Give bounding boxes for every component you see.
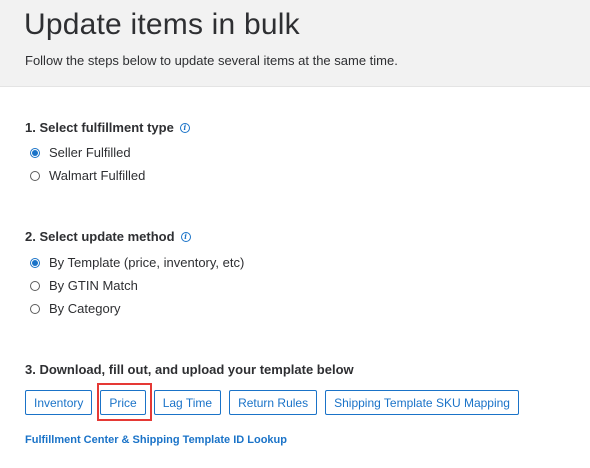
radio-button[interactable] xyxy=(30,170,40,181)
radio-label: By Template (price, inventory, etc) xyxy=(49,255,245,270)
radio-label: Seller Fulfilled xyxy=(49,145,131,160)
radio-label: Walmart Fulfilled xyxy=(49,168,146,183)
update-method-title: 2. Select update method xyxy=(25,229,175,244)
fulfillment-center-lookup-link[interactable]: Fulfillment Center & Shipping Template I… xyxy=(25,434,287,446)
radio-label: By Category xyxy=(49,301,121,316)
return-rules-template-button[interactable]: Return Rules xyxy=(229,390,318,415)
radio-by-template[interactable]: By Template (price, inventory, etc) xyxy=(30,255,244,270)
info-icon[interactable]: i xyxy=(179,122,190,133)
page-subtitle: Follow the steps below to update several… xyxy=(25,53,398,68)
fulfillment-type-heading: 1. Select fulfillment type i xyxy=(25,120,190,135)
radio-button[interactable] xyxy=(30,303,40,314)
radio-button-checked[interactable] xyxy=(30,147,40,158)
radio-by-gtin-match[interactable]: By GTIN Match xyxy=(30,278,138,293)
template-title: 3. Download, fill out, and upload your t… xyxy=(25,362,354,377)
update-method-heading: 2. Select update method i xyxy=(25,229,191,244)
fulfillment-type-title: 1. Select fulfillment type xyxy=(25,120,174,135)
radio-button[interactable] xyxy=(30,280,40,291)
price-template-button[interactable]: Price xyxy=(100,390,146,415)
radio-walmart-fulfilled[interactable]: Walmart Fulfilled xyxy=(30,168,145,183)
lag-time-template-button[interactable]: Lag Time xyxy=(153,390,222,415)
inventory-template-button[interactable]: Inventory xyxy=(25,390,93,415)
page-header: Update items in bulk Follow the steps be… xyxy=(0,0,590,87)
shipping-template-sku-mapping-button[interactable]: Shipping Template SKU Mapping xyxy=(325,390,519,415)
radio-label: By GTIN Match xyxy=(49,278,138,293)
info-icon[interactable]: i xyxy=(180,231,191,242)
page-title: Update items in bulk xyxy=(24,8,300,41)
template-button-row: Inventory Price Lag Time Return Rules Sh… xyxy=(25,390,519,415)
radio-seller-fulfilled[interactable]: Seller Fulfilled xyxy=(30,145,131,160)
radio-by-category[interactable]: By Category xyxy=(30,301,121,316)
radio-button-checked[interactable] xyxy=(30,257,40,268)
template-heading: 3. Download, fill out, and upload your t… xyxy=(25,362,354,377)
